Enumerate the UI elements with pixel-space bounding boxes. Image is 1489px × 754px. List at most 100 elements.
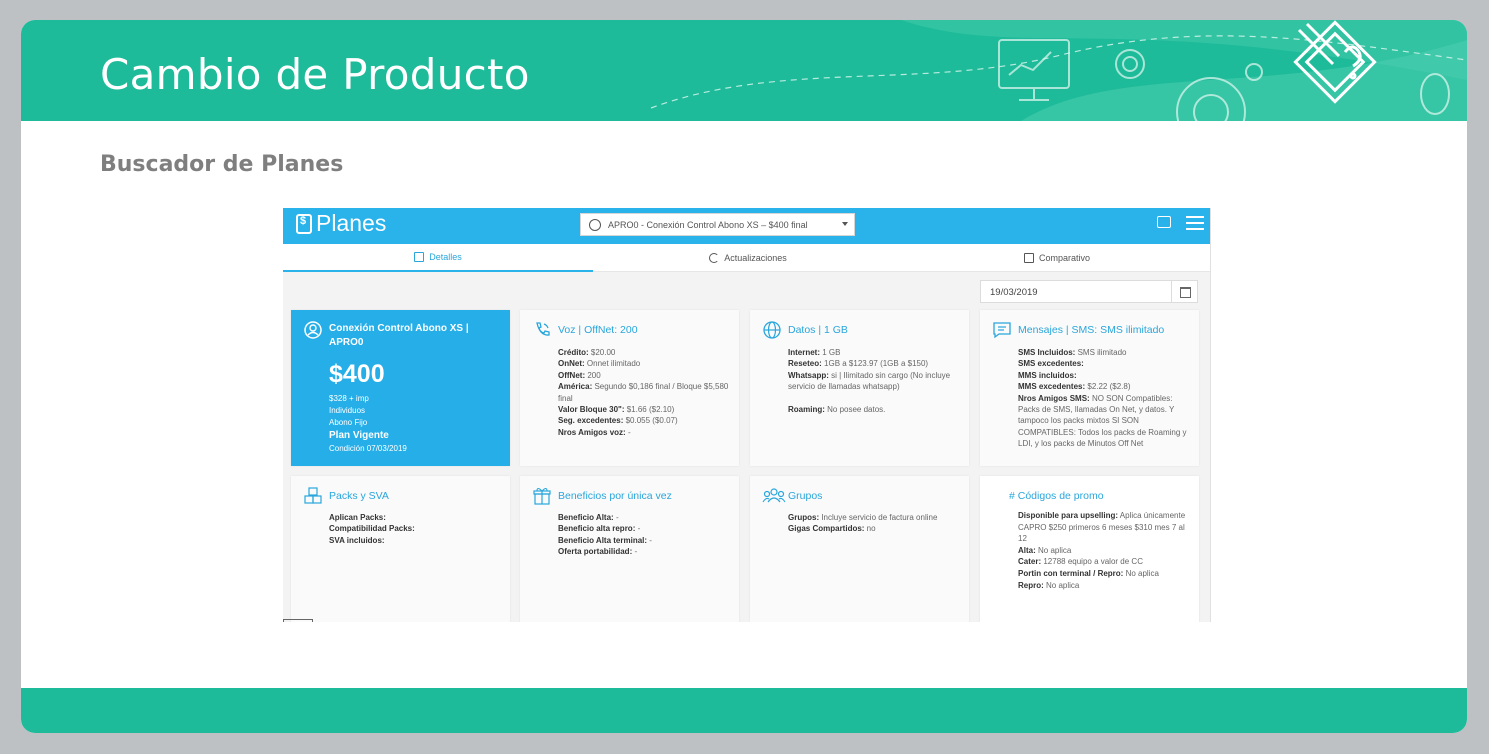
hamburger-menu-icon[interactable] — [1186, 216, 1204, 230]
packs-card: Packs y SVA Aplican Packs: Compatibilidad… — [291, 476, 510, 622]
plan-details: $328 + imp Individuos Abono Fijo Plan Vi… — [329, 393, 407, 455]
refresh-icon — [709, 253, 720, 263]
detail-key: SVA incluidos: — [329, 535, 385, 545]
detail-key: MMS excedentes: — [1018, 382, 1086, 392]
detail-row: Crédito: $20.00 — [558, 347, 729, 358]
detail-value: $20.00 — [588, 348, 616, 357]
detail-value: - — [625, 427, 631, 437]
app-brand-label: Planes — [316, 210, 387, 236]
plan-select[interactable]: APRO0 - Conexión Control Abono XS – $400… — [580, 213, 855, 236]
datos-card: Datos | 1 GB Internet: 1 GB Reseteo: 1GB … — [750, 310, 969, 466]
planes-app-screenshot: Planes APRO0 - Conexión Control Abono XS… — [283, 208, 1211, 622]
detail-row: Reseteo: 1GB a $123.97 (1GB a $150) — [788, 358, 959, 369]
detail-key: Crédito: — [558, 348, 589, 357]
detail-key: Beneficio Alta: — [558, 513, 614, 522]
checklist-icon — [1293, 20, 1377, 104]
detail-row: Aplican Packs: — [329, 512, 500, 523]
detail-value: SMS ilimitado — [1075, 348, 1127, 357]
scroll-handle[interactable] — [283, 619, 313, 622]
detail-row: Nros Amigos SMS: NO SON Compatibles: Pac… — [1018, 393, 1189, 450]
detail-key: América: — [558, 382, 593, 392]
detail-row: Beneficio alta repro: - — [558, 523, 729, 534]
beneficios-details: Beneficio Alta: - Beneficio alta repro: -… — [558, 512, 729, 558]
detail-row: OffNet: 200 — [558, 370, 729, 381]
tab-bar: Detalles Actualizaciones Comparativo — [283, 244, 1210, 272]
detail-key: MMS incluidos: — [1018, 370, 1077, 380]
detail-value: $0.055 ($0.07) — [623, 416, 678, 426]
detail-row: OnNet: Onnet ilimitado — [558, 358, 729, 369]
plan-condition: Condición 07/03/2019 — [329, 444, 407, 453]
detail-key: Beneficio Alta terminal: — [558, 535, 648, 545]
grupos-title: Grupos — [788, 490, 823, 502]
detail-key: Gigas Compartidos: — [788, 524, 865, 534]
datos-title: Datos | 1 GB — [788, 324, 848, 336]
voz-title: Voz | OffNet: 200 — [558, 324, 638, 336]
detail-value: 200 — [585, 370, 601, 380]
details-icon — [414, 252, 425, 262]
detail-value: No aplica — [1123, 568, 1159, 578]
detail-value: $2.22 ($2.8) — [1085, 382, 1131, 392]
detail-key: Compatibilidad Packs: — [329, 524, 415, 534]
voz-details: Crédito: $20.00 OnNet: Onnet ilimitado Off… — [558, 347, 729, 438]
packs-title: Packs y SVA — [329, 490, 389, 502]
detail-row: Nros Amigos voz: - — [558, 427, 729, 438]
detail-row: Valor Bloque 30": $1.66 ($2.10) — [558, 404, 729, 415]
detail-value: - — [647, 535, 652, 545]
title-banner: Cambio de Producto — [21, 20, 1467, 121]
user-circle-icon — [304, 321, 322, 339]
tab-detalles[interactable]: Detalles — [283, 244, 593, 272]
detail-row: Oferta portabilidad: - — [558, 546, 729, 557]
detail-value: Onnet ilimitado — [584, 359, 641, 369]
detail-key: Disponible para upselling: — [1018, 511, 1119, 520]
gift-icon — [533, 487, 551, 505]
dollar-doc-icon — [296, 213, 312, 234]
detail-value: - — [635, 524, 641, 534]
detail-row: Whatsapp: si | Ilimitado sin cargo (No i… — [788, 370, 959, 393]
app-brand[interactable]: Planes — [296, 210, 386, 237]
chat-icon[interactable] — [1157, 216, 1171, 228]
page-title: Cambio de Producto — [100, 50, 530, 99]
detail-row: SMS Incluidos: SMS ilimitado — [1018, 347, 1189, 358]
detail-row: SVA incluidos: — [329, 535, 500, 546]
detail-row: Alta: No aplica — [1018, 545, 1189, 557]
mensajes-card: Mensajes | SMS: SMS ilimitado SMS Inclui… — [980, 310, 1199, 466]
plan-net-price: $328 + imp — [329, 394, 369, 403]
detail-value: No aplica — [1035, 545, 1072, 555]
phone-icon — [536, 322, 550, 336]
plan-status: Plan Vigente — [329, 430, 389, 441]
detail-row: Roaming: No posee datos. — [788, 404, 959, 415]
detail-key: Nros Amigos voz: — [558, 427, 626, 437]
detail-key: Alta: — [1018, 545, 1036, 555]
promo-card: # Códigos de promo Disponible para upsel… — [980, 476, 1199, 622]
detail-key: Roaming: — [788, 404, 825, 414]
detail-row: Grupos: Incluye servicio de factura onli… — [788, 512, 959, 523]
grupos-card: Grupos Grupos: Incluye servicio de factu… — [750, 476, 969, 622]
plan-type: Abono Fijo — [329, 418, 368, 427]
date-input[interactable]: 19/03/2019 — [980, 280, 1198, 303]
group-icon — [762, 488, 786, 503]
calendar-icon[interactable] — [1171, 281, 1197, 302]
detail-row: Internet: 1 GB — [788, 347, 959, 358]
detail-key: SMS excedentes: — [1018, 359, 1084, 369]
footer-bar — [21, 688, 1467, 733]
detail-key: Seg. excedentes: — [558, 416, 624, 426]
detail-value: $1.66 ($2.10) — [624, 405, 675, 415]
grupos-details: Grupos: Incluye servicio de factura onli… — [788, 512, 959, 535]
detail-key: Reseteo: — [788, 359, 822, 369]
tab-actualizaciones[interactable]: Actualizaciones — [593, 244, 903, 272]
detail-row: Disponible para upselling: Aplica únicam… — [1018, 510, 1189, 545]
tab-comparativo[interactable]: Comparativo — [903, 244, 1210, 272]
detail-value: - — [613, 513, 619, 522]
detail-key: Internet: — [788, 348, 820, 357]
detail-key: OffNet: — [558, 370, 586, 380]
detail-row: Beneficio Alta: - — [558, 512, 729, 523]
detail-row: Repro: No aplica — [1018, 580, 1189, 592]
detail-value: - — [632, 547, 638, 557]
mensajes-title: Mensajes | SMS: SMS ilimitado — [1018, 324, 1165, 336]
plan-price: $400 — [329, 360, 385, 388]
detail-value: No posee datos. — [824, 404, 886, 414]
detail-value: no — [864, 524, 876, 534]
boxes-icon — [304, 487, 322, 504]
detail-key: Whatsapp: — [788, 370, 829, 380]
detail-key: Nros Amigos SMS: — [1018, 393, 1090, 403]
